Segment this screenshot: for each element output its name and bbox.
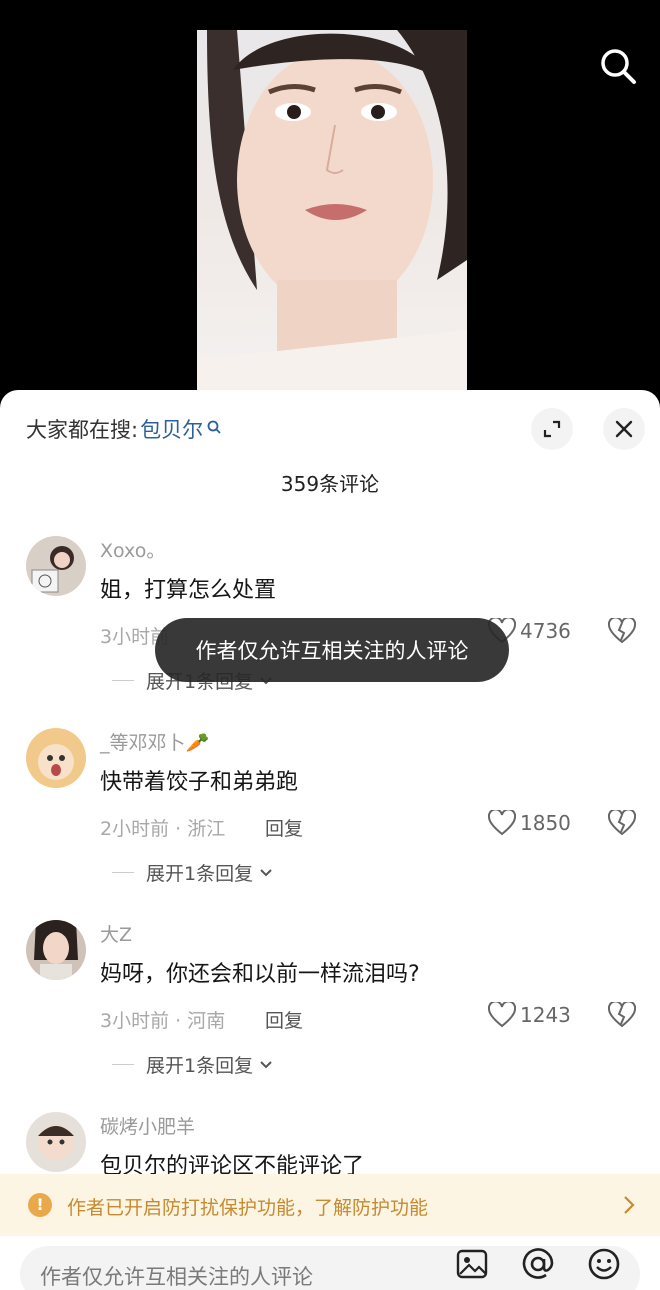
broken-heart-icon (607, 808, 637, 836)
expand-replies[interactable]: 展开1条回复 (112, 859, 273, 886)
chevron-right-icon (624, 1196, 635, 1214)
chevron-down-icon (260, 868, 272, 876)
avatar[interactable] (26, 728, 86, 788)
comment-sheet: 大家都在搜: 包贝尔 359条评论 Xoxo。 姐，打算怎么处置 3小时前 47… (0, 390, 660, 1290)
avatar[interactable] (26, 1112, 86, 1172)
emoji-icon[interactable] (588, 1248, 620, 1280)
reply-button[interactable]: 回复 (265, 814, 303, 841)
comment-item: 大Z 妈呀，你还会和以前一样流泪吗? 3小时前 · 河南 回复 1243 展开1… (0, 920, 660, 1100)
comment-time-location: 3小时前 · 河南 (100, 1010, 226, 1032)
video-thumbnail (197, 30, 467, 390)
comment-content: 快带着饺子和弟弟跑 (100, 770, 299, 795)
comment-input-bar: 作者仅允许互相关注的人评论 (0, 1236, 660, 1290)
chevron-down-icon (260, 1060, 272, 1068)
expand-button[interactable] (531, 408, 573, 450)
comment-count: 359条评论 (280, 472, 380, 496)
divider-line (112, 680, 134, 681)
search-icon (601, 49, 636, 84)
like-count: 1850 (520, 811, 571, 835)
search-small-icon (207, 420, 221, 434)
like-button[interactable]: 1850 (488, 810, 571, 836)
close-icon (615, 420, 633, 438)
at-icon[interactable] (522, 1248, 554, 1280)
expand-replies-label: 展开1条回复 (146, 1055, 254, 1077)
notice-text: 作者已开启防打扰保护功能，了解防护功能 (67, 1197, 429, 1219)
divider-line (112, 872, 134, 873)
avatar[interactable] (26, 536, 86, 596)
heart-icon (488, 810, 516, 836)
comment-username[interactable]: Xoxo。 (100, 536, 165, 563)
dislike-button[interactable] (607, 1000, 637, 1032)
broken-heart-icon (607, 1000, 637, 1028)
protection-notice[interactable]: ! 作者已开启防打扰保护功能，了解防护功能 (0, 1174, 660, 1236)
expand-replies[interactable]: 展开1条回复 (112, 1051, 273, 1078)
like-count: 1243 (520, 1003, 571, 1027)
heart-icon (488, 1002, 516, 1028)
dislike-button[interactable] (607, 616, 637, 648)
comment-username[interactable]: _等邓邓卜🥕 (100, 728, 209, 755)
search-button[interactable] (598, 46, 638, 86)
expand-icon (543, 420, 561, 438)
like-count: 4736 (520, 619, 571, 643)
expand-replies-label: 展开1条回复 (146, 863, 254, 885)
warning-icon: ! (28, 1193, 52, 1217)
image-icon[interactable] (456, 1248, 488, 1280)
divider-line (112, 1064, 134, 1065)
close-button[interactable] (603, 408, 645, 450)
dislike-button[interactable] (607, 808, 637, 840)
hot-search-keyword[interactable]: 包贝尔 (140, 414, 203, 444)
hot-search[interactable]: 大家都在搜: 包贝尔 (26, 414, 221, 444)
reply-button[interactable]: 回复 (265, 1006, 303, 1033)
toast-message: 作者仅允许互相关注的人评论 (155, 618, 509, 682)
comment-username[interactable]: 大Z (100, 920, 132, 947)
comment-content: 妈呀，你还会和以前一样流泪吗? (100, 962, 420, 987)
video-area[interactable] (0, 0, 660, 400)
comment-item: _等邓邓卜🥕 快带着饺子和弟弟跑 2小时前 · 浙江 回复 1850 展开1条回… (0, 728, 660, 908)
comment-content: 姐，打算怎么处置 (100, 578, 277, 603)
comment-time-location: 2小时前 · 浙江 (100, 818, 226, 840)
comment-username[interactable]: 碳烤小肥羊 (100, 1112, 195, 1139)
like-button[interactable]: 1243 (488, 1002, 571, 1028)
avatar[interactable] (26, 920, 86, 980)
input-placeholder: 作者仅允许互相关注的人评论 (40, 1265, 313, 1289)
broken-heart-icon (607, 616, 637, 644)
hot-search-prefix: 大家都在搜: (26, 418, 139, 442)
portrait-image (197, 30, 467, 390)
